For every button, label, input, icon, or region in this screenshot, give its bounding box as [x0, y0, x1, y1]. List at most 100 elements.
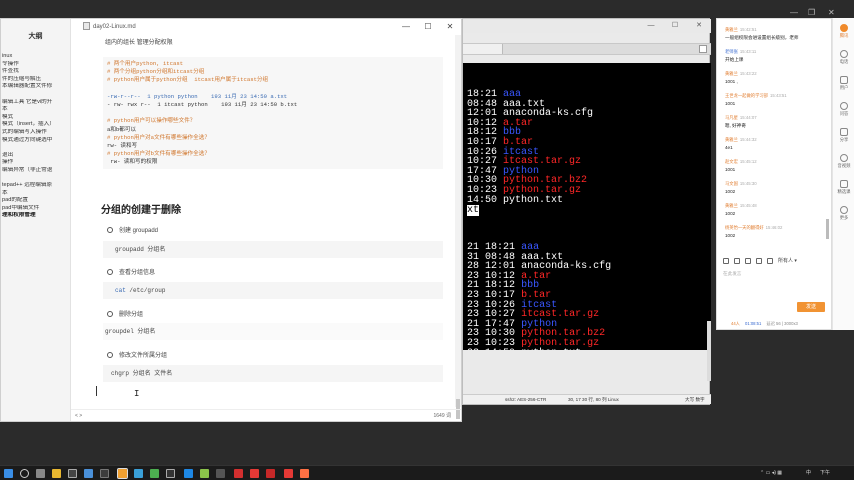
outline-item[interactable]: 编辑异常（非正常退 [1, 167, 70, 175]
sender-name[interactable]: 黄雅兰 [725, 71, 738, 76]
outline-item[interactable]: 模式 [1, 114, 70, 122]
chat-sender[interactable]: 马文国 15:45:30 [725, 181, 829, 187]
start-icon[interactable] [4, 469, 13, 478]
terminal-scrollbar[interactable] [707, 321, 711, 381]
outline-item[interactable]: 理和权限管理 [1, 212, 70, 220]
outline-item[interactable]: 操作 [1, 159, 70, 167]
xshell-icon[interactable] [184, 469, 193, 478]
terminal-maximize-icon[interactable]: ☐ [663, 19, 687, 33]
code-groupdel[interactable]: groupdel 分组名 [103, 323, 443, 340]
app-dark-icon[interactable] [166, 469, 175, 478]
browser-icon[interactable] [84, 469, 93, 478]
outline-item[interactable]: 本编辑器配置文件修 [1, 83, 70, 91]
sender-name[interactable]: 马文国 [725, 181, 738, 186]
add-tab-icon[interactable] [699, 45, 707, 53]
chat-sender[interactable]: 黄雅兰 15:42:51 [725, 27, 829, 33]
outline-item[interactable]: 模式通过方向键选中 [1, 137, 70, 145]
editor-close-icon[interactable]: ✕ [439, 19, 461, 35]
sender-name[interactable]: 赵文宏 [725, 159, 738, 164]
task-view-icon[interactable] [36, 469, 45, 478]
outline-item[interactable]: 件查找 [1, 68, 70, 76]
app-orange-icon[interactable] [300, 469, 309, 478]
chat-sender[interactable]: 杨英怡一天的翻得好 15:46:02 [725, 225, 829, 231]
outline-item[interactable] [1, 175, 70, 183]
rail-item[interactable]: 分享 [833, 128, 854, 143]
outline-item[interactable]: 模式（insert，插入） [1, 121, 70, 129]
terminal-app-icon[interactable] [100, 469, 109, 478]
outline-item[interactable] [1, 91, 70, 99]
outline-item[interactable]: 退出 [1, 152, 70, 160]
app-red3-icon[interactable] [284, 469, 293, 478]
chat-sender[interactable]: 黄雅兰 15:43:22 [725, 71, 829, 77]
image-icon[interactable] [734, 257, 740, 264]
typora-app-icon[interactable] [117, 468, 128, 479]
chat-sender[interactable]: 赵文宏 15:45:12 [725, 159, 829, 165]
store-icon[interactable] [68, 469, 77, 478]
sender-name[interactable]: 黄雅兰 [725, 137, 738, 142]
sender-name[interactable]: 王世龙一起做的学习部 [725, 93, 768, 98]
code-groupadd[interactable]: groupadd 分组名 [103, 241, 443, 258]
screenshot-icon[interactable] [745, 257, 751, 264]
word-count[interactable]: 1649 词 [433, 410, 451, 422]
recipient-select[interactable]: 所有人 [778, 258, 793, 264]
outline-item[interactable]: tepad++ 远程编辑原 [1, 182, 70, 190]
rail-item[interactable]: 更多 [833, 206, 854, 221]
outline-item[interactable]: 本 [1, 106, 70, 114]
outline-item[interactable]: 令操作 [1, 61, 70, 69]
terminal-close-icon[interactable]: ✕ [687, 19, 711, 33]
rail-item[interactable]: 问答 [833, 102, 854, 117]
outline-item[interactable]: 式的编辑写入操作 [1, 129, 70, 137]
app-red2-icon[interactable] [266, 469, 275, 478]
chat-input[interactable]: 在此发言 [723, 271, 829, 305]
terminal-minimize-icon[interactable]: — [639, 19, 663, 33]
editor-maximize-icon[interactable]: ☐ [417, 19, 439, 35]
chat-scrollbar[interactable] [826, 219, 829, 239]
sender-name[interactable]: 杨英怡一天的翻得好 [725, 225, 764, 230]
vscode-icon[interactable] [134, 469, 143, 478]
editor-scrollbar[interactable] [455, 35, 461, 419]
system-tray[interactable]: ⌃ ▭ ◂) ▦ [760, 466, 782, 480]
app-red-icon[interactable] [250, 469, 259, 478]
terminal-screen[interactable]: 18:21 aaa 08:48 aaa.txt 12:01 anaconda-ks.… [463, 63, 711, 350]
desktop-restore-icon[interactable]: ❐ [808, 8, 815, 17]
outline-item[interactable]: 件的压缩与解压 [1, 76, 70, 84]
wps-icon[interactable] [234, 469, 243, 478]
clock[interactable]: 下午 [820, 466, 830, 480]
editor-minimize-icon[interactable]: — [395, 19, 417, 35]
outline-item[interactable]: pad的配置 [1, 197, 70, 205]
outline-item[interactable]: inux [1, 53, 70, 61]
sender-name[interactable]: 黄雅兰 [725, 27, 738, 32]
sender-name[interactable]: 马凡星 [725, 115, 738, 120]
file-explorer-icon[interactable] [52, 469, 61, 478]
status-nav-arrows[interactable]: < > [75, 413, 82, 419]
rail-item[interactable]: 腾讯 [833, 24, 854, 39]
chat-message-list[interactable]: 黄雅兰 15:42:51 一般组权限会进设置组长级别，老师 老师张 15:43:11 开始… [717, 19, 833, 249]
code-cat-group[interactable]: cat /etc/group [103, 282, 443, 299]
app-green-icon[interactable] [150, 469, 159, 478]
chat-sender[interactable]: 马凡星 15:44:07 [725, 115, 829, 121]
ime-indicator[interactable]: 中 [806, 466, 811, 480]
rail-item[interactable]: 精选课 [833, 180, 854, 195]
chat-sender[interactable]: 黄雅兰 15:45:48 [725, 203, 829, 209]
emoji-icon[interactable] [723, 257, 729, 264]
rail-item[interactable]: 用户 [833, 76, 854, 91]
flower-icon[interactable] [756, 257, 762, 264]
app-gray-icon[interactable] [216, 469, 225, 478]
rail-item[interactable]: 电话 [833, 50, 854, 65]
outline-item[interactable]: 本 [1, 190, 70, 198]
outline-item[interactable]: pad中编辑文件 [1, 205, 70, 213]
editor-content[interactable]: 组内的组长 管理分配权限 # 两个用户python, itcast # 两个分组p… [73, 35, 449, 407]
sender-name[interactable]: 黄雅兰 [725, 203, 738, 208]
search-icon[interactable] [20, 469, 29, 478]
desktop-minimize-icon[interactable]: — [790, 8, 798, 17]
outline-item[interactable] [1, 144, 70, 152]
outline-item[interactable]: 编辑工具 它是vi的升 [1, 99, 70, 107]
code-block-permissions[interactable]: # 两个用户python, itcast # 两个分组python分组和itcas… [103, 57, 443, 169]
code-chgrp[interactable]: chgrp 分组名 文件名 [103, 365, 443, 382]
chat-sender[interactable]: 王世龙一起做的学习部 15:43:51 [725, 93, 829, 99]
sender-name[interactable]: 老师张 [725, 49, 738, 54]
desktop-close-icon[interactable]: ✕ [828, 8, 835, 17]
rail-item[interactable]: 音视频 [833, 154, 854, 169]
chat-sender[interactable]: 老师张 15:43:11 [725, 49, 829, 55]
terminal-tab[interactable] [463, 44, 503, 54]
